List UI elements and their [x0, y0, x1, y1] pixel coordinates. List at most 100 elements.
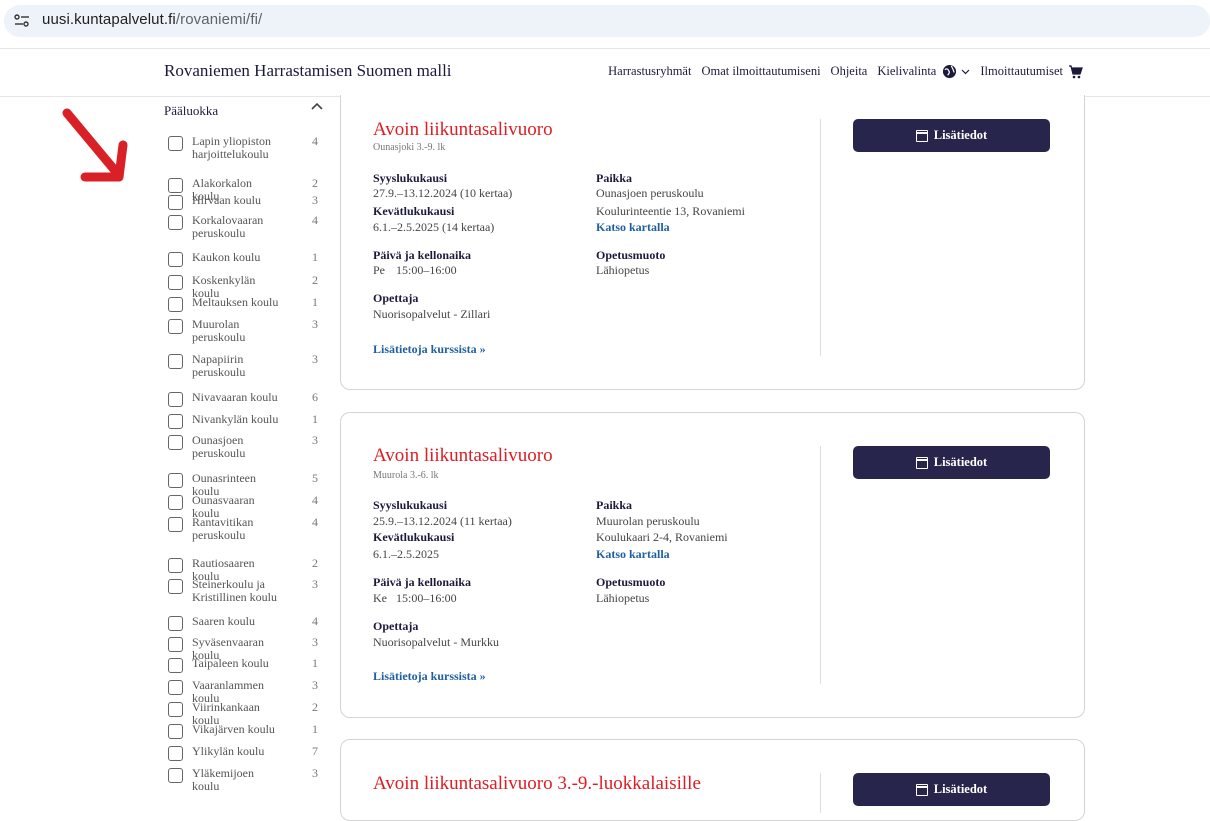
autumn-label: Syyslukukausi: [373, 171, 448, 185]
filter-item[interactable]: Vikajärven koulu 1: [168, 723, 318, 739]
filter-label: Korkalovaaran peruskoulu: [192, 213, 264, 240]
filter-checkbox[interactable]: [168, 517, 183, 532]
filter-count: 3: [312, 433, 318, 447]
filter-item[interactable]: Hirvaan koulu 3: [168, 193, 318, 210]
filter-count: 2: [312, 700, 318, 714]
filter-checkbox[interactable]: [168, 558, 183, 573]
nav-cart-label: Ilmoittautumiset: [980, 64, 1063, 78]
autumn-value: 27.9.–13.12.2024 (10 kertaa): [373, 186, 513, 200]
nav-help[interactable]: Ohjeita: [831, 64, 868, 79]
nav-groups[interactable]: Harrastusryhmät: [608, 64, 691, 79]
filter-count: 3: [312, 352, 318, 366]
filter-item[interactable]: Yläkemijoen koulu 3: [168, 767, 318, 792]
filter-item[interactable]: Muurolan peruskoulu 3: [168, 318, 318, 343]
details-button[interactable]: Lisätiedot: [853, 119, 1050, 152]
filter-checkbox[interactable]: [168, 495, 183, 510]
details-button[interactable]: Lisätiedot: [853, 446, 1050, 479]
filter-item[interactable]: Nivavaaran koulu 6: [168, 390, 318, 407]
daytime-label: Päivä ja kellonaika: [373, 575, 472, 589]
filter-count: 4: [312, 213, 318, 227]
filter-checkbox[interactable]: [168, 297, 183, 312]
filter-count: 3: [312, 317, 318, 331]
filter-checkbox[interactable]: [168, 746, 183, 761]
filter-item[interactable]: Kaukon koulu 1: [168, 251, 318, 267]
autumn-label: Syyslukukausi: [373, 498, 448, 512]
filter-checkbox[interactable]: [168, 319, 183, 334]
filter-heading[interactable]: Pääluokka: [164, 103, 218, 119]
filter-item[interactable]: Lapin yliopiston harjoittelukoulu 4: [168, 135, 318, 160]
nav-language[interactable]: Kielivalinta: [877, 64, 970, 79]
nav-my-registrations[interactable]: Omat ilmoittautumiseni: [701, 64, 820, 79]
card-divider: [820, 773, 821, 813]
filter-label: Nivavaaran koulu: [192, 390, 278, 404]
filter-label: Hirvaan koulu: [192, 193, 261, 207]
filter-item[interactable]: Taipaleen koulu 1: [168, 656, 318, 673]
filter-checkbox[interactable]: [168, 702, 183, 717]
filter-label: Napapiirin peruskoulu: [192, 352, 246, 379]
filter-count: 1: [312, 656, 318, 670]
filter-item[interactable]: Napapiirin peruskoulu 3: [168, 352, 318, 379]
url-text: uusi.kuntapalvelut.fi/rovaniemi/fi/: [42, 11, 262, 28]
autumn-value: 25.9.–13.12.2024 (11 kertaa): [373, 514, 512, 528]
brand-title[interactable]: Rovaniemen Harrastamisen Suomen malli: [164, 61, 452, 81]
filter-checkbox[interactable]: [168, 136, 183, 151]
filter-checkbox[interactable]: [168, 354, 183, 369]
filter-count: 3: [312, 635, 318, 649]
filter-label: Ylikylän koulu: [192, 744, 265, 758]
filter-count: 1: [312, 295, 318, 309]
place-address: Koulukaari 2-4, Rovaniemi: [596, 530, 728, 544]
filter-checkbox[interactable]: [168, 252, 183, 267]
filter-item[interactable]: Steinerkoulu ja Kristillinen koulu 3: [168, 578, 318, 603]
filter-label: Nivankylän koulu: [192, 412, 279, 426]
filter-item[interactable]: Saaren koulu 4: [168, 615, 318, 631]
filter-checkbox[interactable]: [168, 195, 183, 210]
filter-label: Taipaleen koulu: [192, 656, 269, 670]
card-divider: [820, 446, 821, 684]
filter-checkbox[interactable]: [168, 658, 183, 673]
filter-count: 4: [312, 614, 318, 628]
course-title[interactable]: Avoin liikuntasalivuoro: [373, 445, 553, 467]
details-button-label: Lisätiedot: [933, 782, 988, 796]
url-field[interactable]: uusi.kuntapalvelut.fi/rovaniemi/fi/: [4, 5, 1210, 37]
filter-checkbox[interactable]: [168, 724, 183, 739]
filter-checkbox[interactable]: [168, 680, 183, 695]
spring-value: 6.1.–2.5.2025: [373, 547, 439, 561]
map-link[interactable]: Katso kartalla: [596, 547, 670, 562]
filter-checkbox[interactable]: [168, 768, 183, 783]
course-title[interactable]: Avoin liikuntasalivuoro 3.-9.-luokkalais…: [373, 773, 701, 795]
filter-checkbox[interactable]: [168, 178, 183, 193]
filter-checkbox[interactable]: [168, 392, 183, 407]
filter-checkbox[interactable]: [168, 637, 183, 652]
site-settings-icon[interactable]: [14, 14, 30, 28]
day-value: Pe: [373, 263, 385, 277]
more-info-link[interactable]: Lisätietoja kurssista »: [373, 669, 486, 684]
filter-count: 7: [312, 744, 318, 758]
nav-cart[interactable]: Ilmoittautumiset: [980, 64, 1083, 79]
filter-count: 2: [312, 176, 318, 190]
course-card: Avoin liikuntasalivuoro Muurola 3.-6. lk…: [340, 412, 1085, 718]
filter-checkbox[interactable]: [168, 215, 183, 230]
filter-checkbox[interactable]: [168, 275, 183, 290]
filter-item[interactable]: Nivankylän koulu 1: [168, 412, 318, 429]
filter-item[interactable]: Rantavitikan peruskoulu 4: [168, 516, 318, 541]
filter-count: 1: [312, 250, 318, 264]
filter-item[interactable]: Ylikylän koulu 7: [168, 744, 318, 761]
course-title[interactable]: Avoin liikuntasalivuoro: [373, 119, 553, 141]
teacher-value: Nuorisopalvelut - Zillari: [373, 307, 491, 321]
filter-item[interactable]: Meltauksen koulu 1: [168, 296, 318, 312]
place-address: Koulurinteentie 13, Rovaniemi: [596, 204, 745, 218]
filter-checkbox[interactable]: [168, 414, 183, 429]
spring-label: Kevätlukukausi: [373, 530, 455, 544]
filter-item[interactable]: Korkalovaaran peruskoulu 4: [168, 213, 318, 240]
filter-item[interactable]: Ounasjoen peruskoulu 3: [168, 434, 318, 459]
details-button[interactable]: Lisätiedot: [853, 773, 1050, 806]
day-value: Ke: [373, 591, 387, 605]
filter-checkbox[interactable]: [168, 616, 183, 631]
globe-icon: [943, 64, 957, 79]
more-info-link[interactable]: Lisätietoja kurssista »: [373, 342, 486, 357]
filter-checkbox[interactable]: [168, 579, 183, 594]
filter-checkbox[interactable]: [168, 435, 183, 450]
filter-checkbox[interactable]: [168, 473, 183, 488]
map-link[interactable]: Katso kartalla: [596, 220, 670, 235]
chevron-up-icon[interactable]: [310, 101, 324, 111]
